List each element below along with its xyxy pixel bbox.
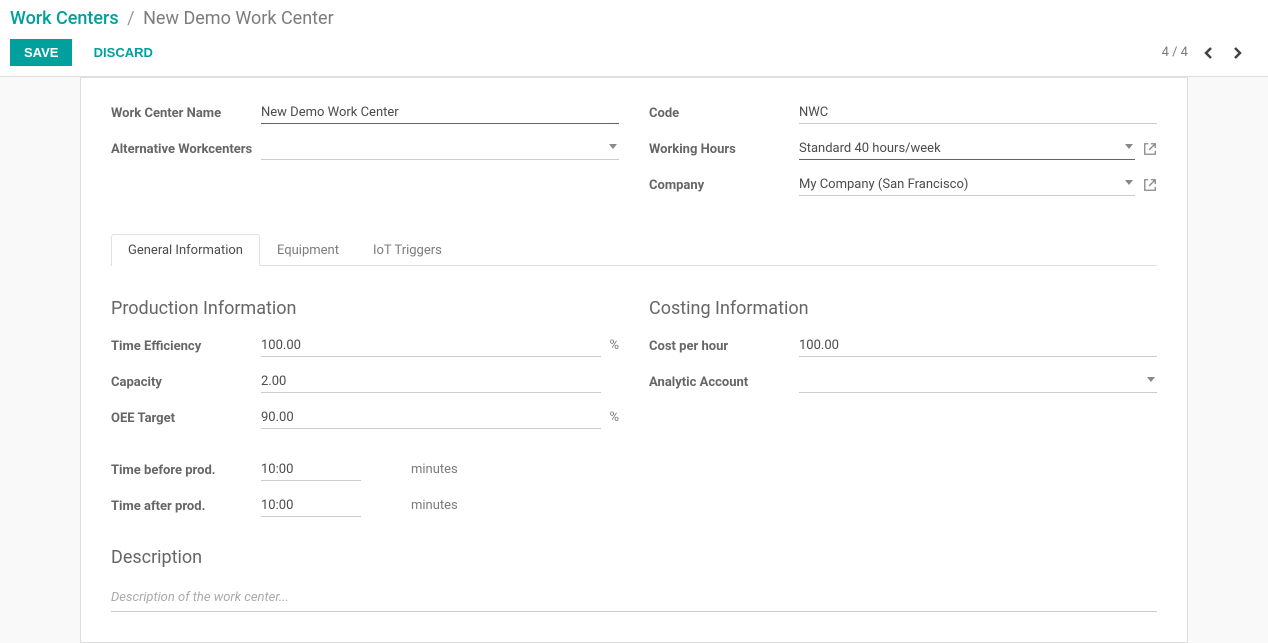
tab-iot-triggers[interactable]: IoT Triggers bbox=[356, 234, 459, 266]
cost-per-hour-label: Cost per hour bbox=[649, 335, 799, 354]
pager-prev-button[interactable] bbox=[1198, 43, 1218, 63]
description-input[interactable] bbox=[111, 584, 1157, 612]
breadcrumb-root[interactable]: Work Centers bbox=[10, 8, 119, 29]
cost-per-hour-input[interactable] bbox=[799, 335, 1157, 357]
work-center-name-label: Work Center Name bbox=[111, 102, 261, 121]
percent-suffix: % bbox=[609, 407, 619, 425]
costing-info-heading: Costing Information bbox=[649, 298, 1157, 319]
external-link-icon bbox=[1143, 142, 1157, 156]
working-hours-input[interactable] bbox=[799, 138, 1135, 160]
time-before-input[interactable] bbox=[261, 459, 361, 481]
external-link-icon bbox=[1143, 178, 1157, 192]
capacity-label: Capacity bbox=[111, 371, 261, 390]
company-input[interactable] bbox=[799, 174, 1135, 196]
minutes-suffix: minutes bbox=[411, 495, 458, 513]
discard-button[interactable]: DISCARD bbox=[80, 39, 167, 66]
analytic-account-input[interactable] bbox=[799, 371, 1157, 393]
alternative-workcenters-input[interactable] bbox=[261, 138, 619, 160]
alternative-workcenters-label: Alternative Workcenters bbox=[111, 138, 261, 157]
percent-suffix: % bbox=[609, 335, 619, 353]
time-before-label: Time before prod. bbox=[111, 459, 261, 478]
time-after-input[interactable] bbox=[261, 495, 361, 517]
time-after-label: Time after prod. bbox=[111, 495, 261, 514]
minutes-suffix: minutes bbox=[411, 459, 458, 477]
capacity-input[interactable] bbox=[261, 371, 601, 393]
pager: 4 / 4 bbox=[1162, 43, 1248, 63]
breadcrumb: Work Centers / New Demo Work Center bbox=[10, 8, 1258, 29]
time-efficiency-label: Time Efficiency bbox=[111, 335, 261, 354]
working-hours-label: Working Hours bbox=[649, 138, 799, 157]
breadcrumb-current: New Demo Work Center bbox=[143, 8, 334, 29]
oee-target-input[interactable] bbox=[261, 407, 601, 429]
company-label: Company bbox=[649, 174, 799, 193]
breadcrumb-separator: / bbox=[127, 8, 134, 29]
work-center-name-input[interactable] bbox=[261, 102, 619, 124]
tab-equipment[interactable]: Equipment bbox=[260, 234, 356, 266]
tab-general-information[interactable]: General Information bbox=[111, 234, 260, 266]
oee-target-label: OEE Target bbox=[111, 407, 261, 426]
tab-bar: General Information Equipment IoT Trigge… bbox=[111, 234, 1157, 266]
pager-text: 4 / 4 bbox=[1162, 45, 1188, 60]
pager-next-button[interactable] bbox=[1228, 43, 1248, 63]
company-external-link[interactable] bbox=[1143, 178, 1157, 192]
save-button[interactable]: SAVE bbox=[10, 39, 72, 66]
chevron-left-icon bbox=[1202, 47, 1214, 59]
description-heading: Description bbox=[111, 547, 1157, 568]
production-info-heading: Production Information bbox=[111, 298, 619, 319]
time-efficiency-input[interactable] bbox=[261, 335, 601, 357]
working-hours-external-link[interactable] bbox=[1143, 142, 1157, 156]
chevron-right-icon bbox=[1232, 47, 1244, 59]
analytic-account-label: Analytic Account bbox=[649, 371, 799, 390]
code-label: Code bbox=[649, 102, 799, 121]
code-input[interactable] bbox=[799, 102, 1157, 124]
